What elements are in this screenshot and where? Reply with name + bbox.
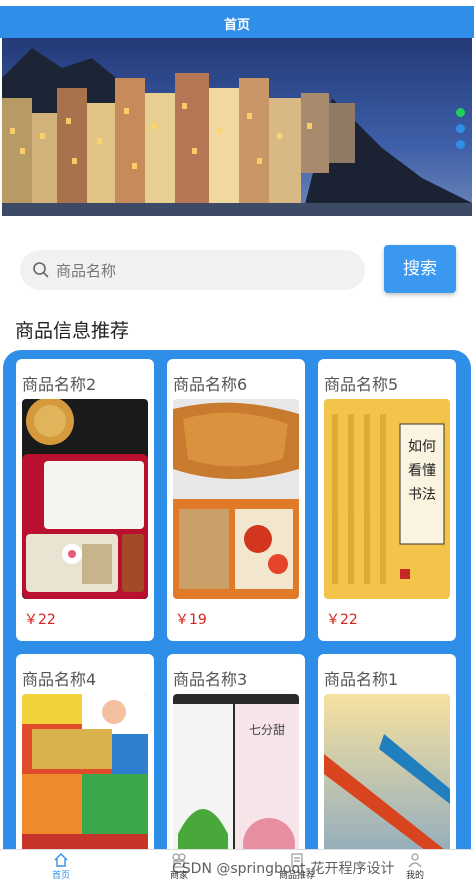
product-image[interactable]: 七分甜 (173, 694, 299, 874)
product-card[interactable]: 商品名称3 七分甜 (167, 654, 305, 874)
product-grid-panel: 商品名称2 ￥22 商品名称6 ￥19 商品名称5 如何 看懂 书法 ￥22 商… (3, 350, 471, 874)
product-image[interactable] (22, 399, 148, 599)
product-price: ￥22 (326, 612, 358, 628)
product-card[interactable]: 商品名称1 (318, 654, 456, 874)
product-name: 商品名称1 (324, 670, 399, 689)
product-image[interactable] (22, 694, 148, 874)
product-name: 商品名称5 (324, 375, 399, 394)
carousel-dot-3[interactable] (456, 140, 465, 149)
tab-home[interactable]: 首页 (2, 852, 120, 881)
section-title: 商品信息推荐 (15, 320, 130, 342)
product-image[interactable]: 如何 看懂 书法 (324, 399, 450, 599)
product-price: ￥19 (175, 612, 207, 628)
svg-text:如何: 如何 (408, 439, 436, 455)
product-card[interactable]: 商品名称6 ￥19 (167, 359, 305, 641)
search-button[interactable]: 搜索 (384, 245, 456, 293)
product-image[interactable] (324, 694, 450, 874)
search-row: 商品名称 搜索 (0, 240, 474, 300)
search-placeholder: 商品名称 (56, 262, 117, 280)
product-image[interactable] (173, 399, 299, 599)
product-card[interactable]: 商品名称4 (16, 654, 154, 874)
carousel-dot-2[interactable] (456, 124, 465, 133)
carousel-indicators (456, 108, 466, 156)
svg-text:七分甜: 七分甜 (249, 723, 285, 737)
tab-label: 首页 (51, 871, 70, 881)
banner-image (2, 38, 472, 216)
svg-text:书法: 书法 (408, 487, 436, 503)
watermark-text: CSDN @springboot-花开程序设计 (172, 861, 395, 877)
page-title: 首页 (223, 18, 250, 33)
product-price: ￥22 (24, 612, 56, 628)
svg-text:看懂: 看懂 (408, 463, 436, 479)
product-name: 商品名称6 (173, 375, 248, 394)
home-icon (54, 853, 68, 867)
product-name: 商品名称4 (22, 670, 97, 689)
user-icon (408, 853, 422, 868)
banner-carousel[interactable] (2, 38, 472, 216)
product-name: 商品名称2 (22, 375, 97, 394)
product-name: 商品名称3 (173, 670, 248, 689)
search-icon (33, 262, 49, 278)
carousel-dot-1[interactable] (456, 108, 465, 117)
product-card[interactable]: 商品名称5 如何 看懂 书法 ￥22 (318, 359, 456, 641)
product-card[interactable]: 商品名称2 ￥22 (16, 359, 154, 641)
search-input[interactable]: 商品名称 (20, 250, 365, 290)
top-nav-bar: 首页 (0, 0, 474, 38)
